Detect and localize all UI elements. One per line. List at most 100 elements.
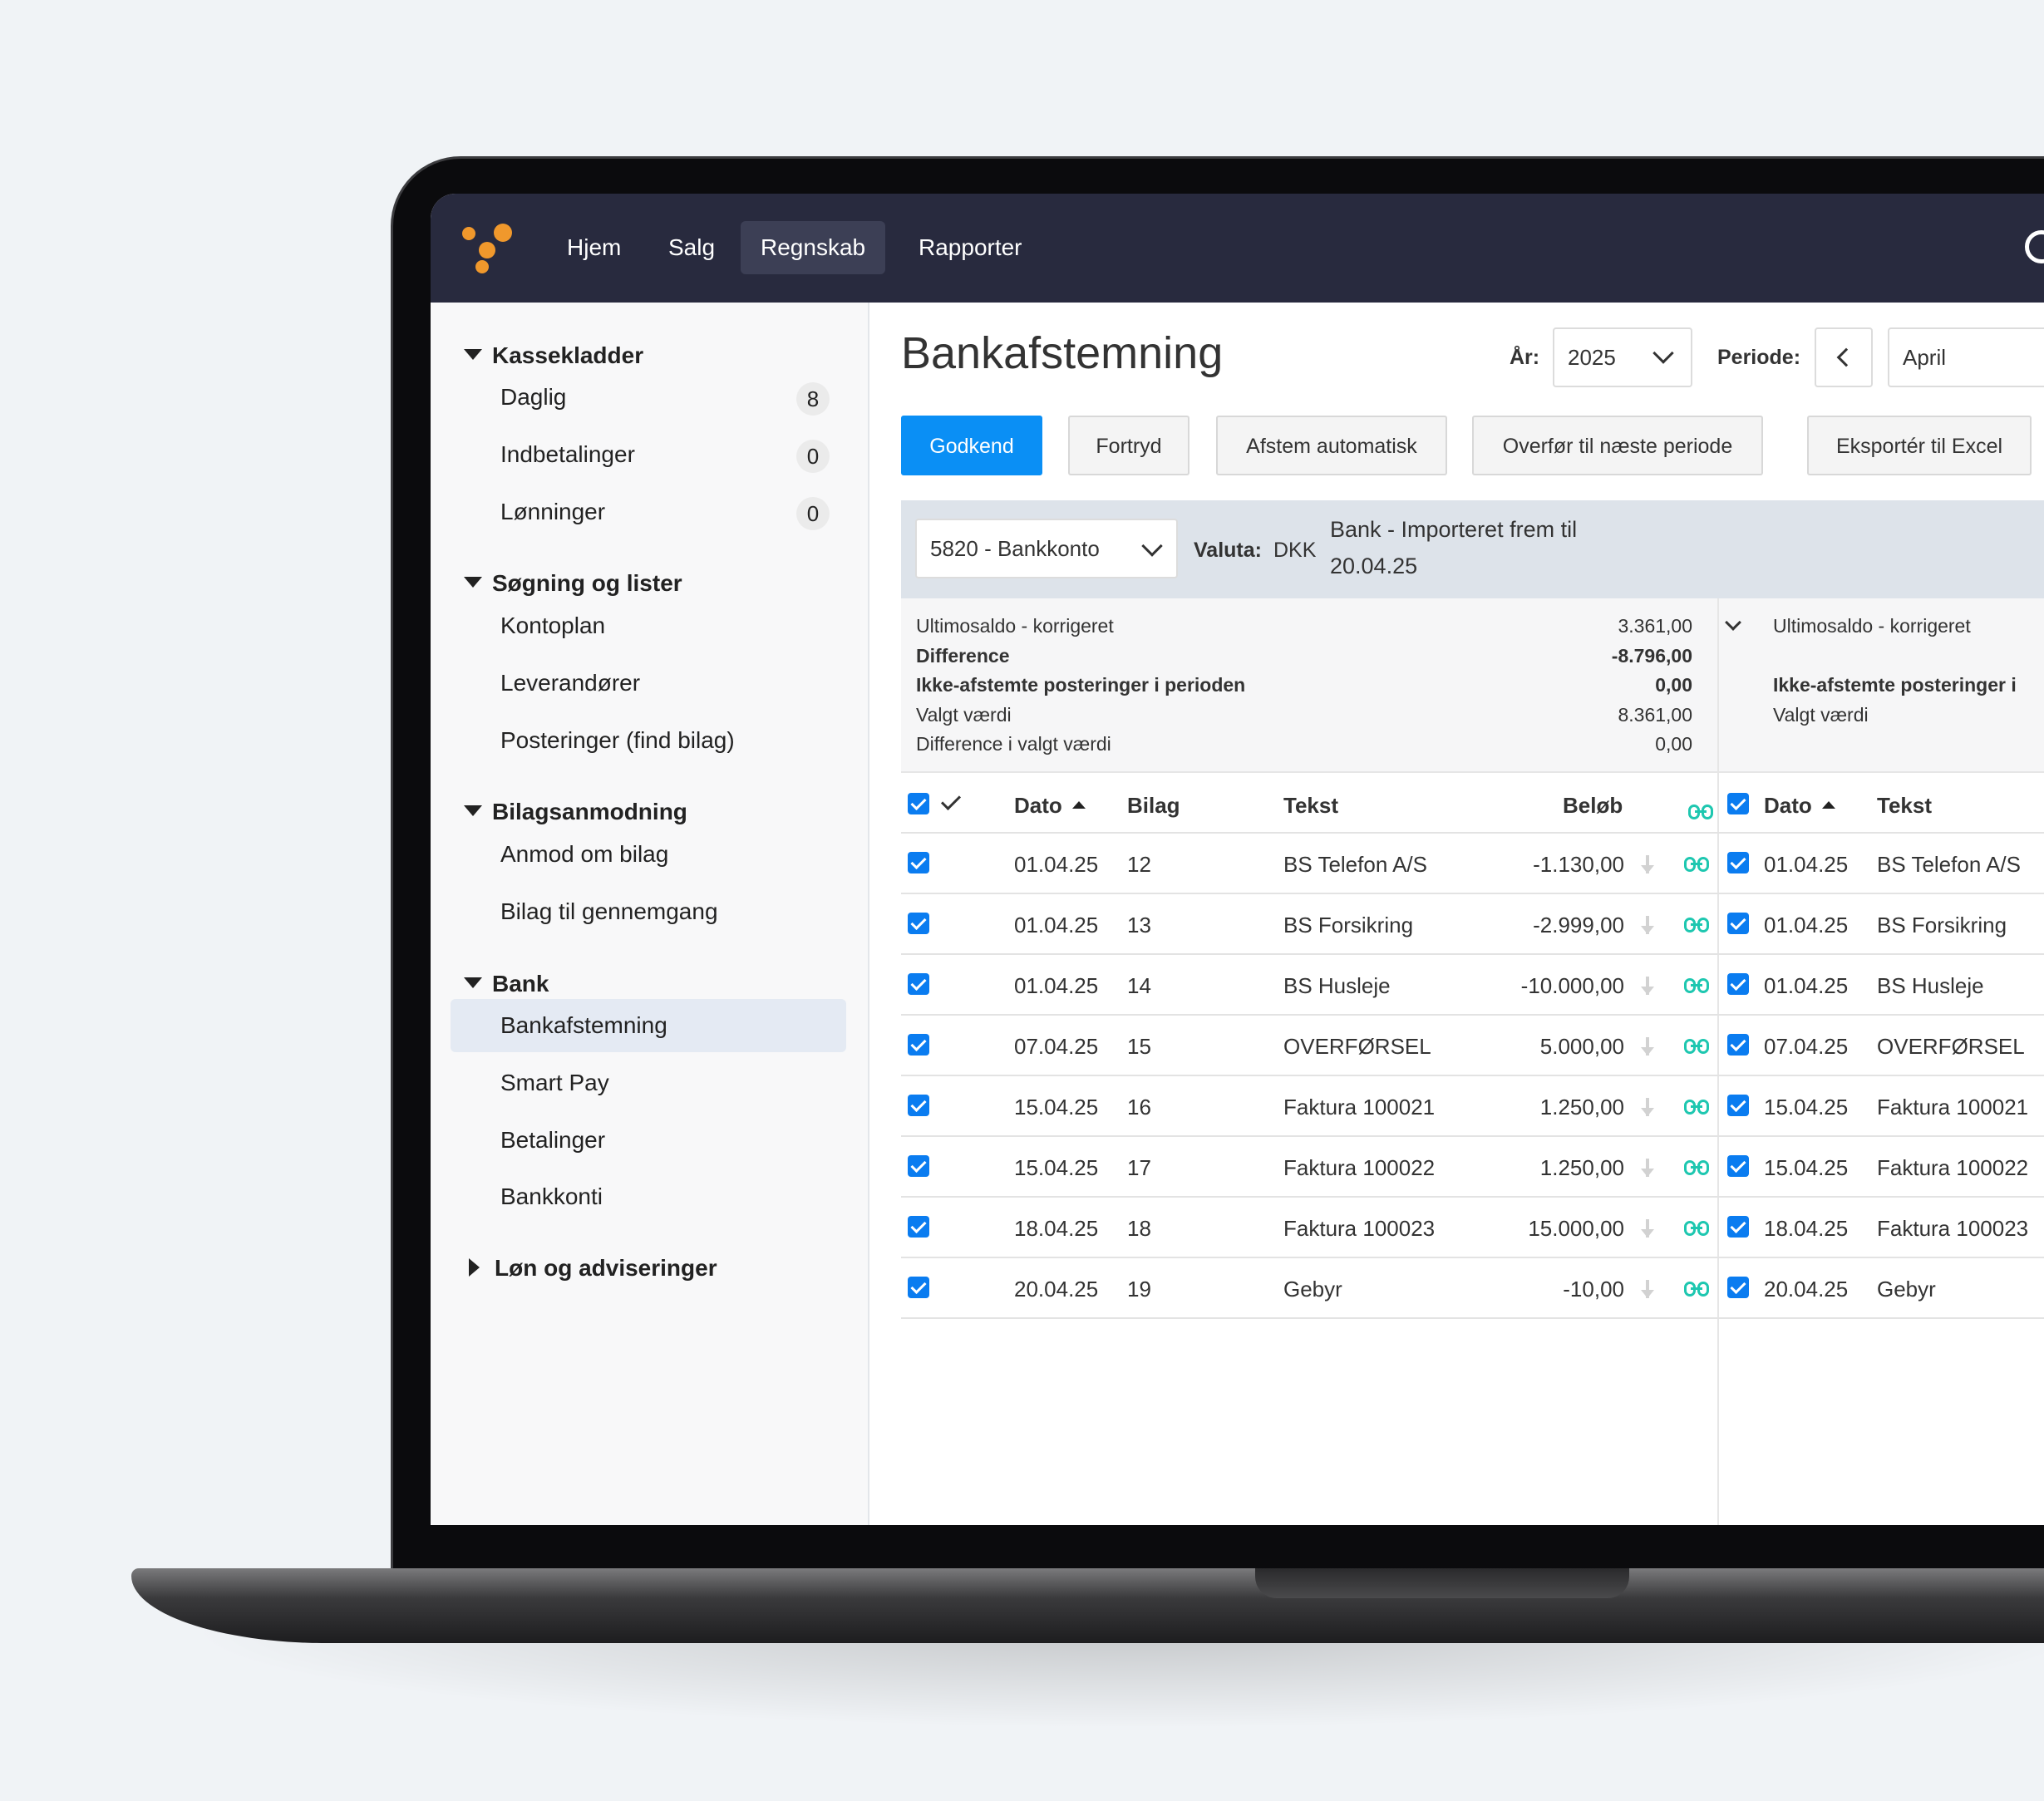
sidebar-item-bilag-til-gennemgang[interactable]: Bilag til gennemgang: [451, 885, 846, 938]
period-select[interactable]: April: [1888, 327, 2044, 387]
right-row-checkbox[interactable]: [1727, 1034, 1749, 1056]
right-row-checkbox[interactable]: [1727, 913, 1749, 934]
cell-dato: 18.04.25: [1014, 1216, 1099, 1241]
sidebar-item-anmod-om-bilag[interactable]: Anmod om bilag: [451, 828, 846, 881]
sidebar-section-lon[interactable]: Løn og adviseringer: [464, 1252, 717, 1285]
arrow-down-icon[interactable]: [1641, 1098, 1654, 1116]
undo-button[interactable]: Fortryd: [1068, 416, 1189, 475]
auto-reconcile-button[interactable]: Afstem automatisk: [1216, 416, 1447, 475]
arrow-down-icon[interactable]: [1641, 855, 1654, 873]
check-icon: [940, 790, 962, 811]
sidebar-item-lonninger[interactable]: Lønninger 0: [451, 485, 846, 539]
summary-panel: Ultimosaldo - korrigeret 3.361,00 Differ…: [901, 598, 2044, 773]
previous-period-button[interactable]: [1815, 327, 1873, 387]
link-icon[interactable]: [1684, 1221, 1709, 1236]
chevron-right-icon: [469, 1257, 480, 1277]
link-icon[interactable]: [1684, 918, 1709, 932]
link-icon[interactable]: [1684, 1100, 1709, 1115]
link-icon[interactable]: [1684, 1282, 1709, 1297]
right-column-header-tekst[interactable]: Tekst: [1877, 793, 1932, 819]
right-row-checkbox[interactable]: [1727, 1095, 1749, 1116]
sidebar-item-leverandorer[interactable]: Leverandører: [451, 657, 846, 710]
year-select[interactable]: 2025: [1553, 327, 1692, 387]
row-checkbox[interactable]: [908, 1277, 929, 1298]
sidebar-item-posteringer[interactable]: Posteringer (find bilag): [451, 714, 846, 767]
select-all-right-checkbox[interactable]: [1727, 793, 1749, 814]
transfer-next-period-button[interactable]: Overfør til næste periode: [1472, 416, 1763, 475]
sidebar-section-kassekladder[interactable]: Kassekladder: [464, 339, 643, 372]
sidebar-section-sogning[interactable]: Søgning og lister: [464, 567, 682, 600]
link-icon[interactable]: [1684, 857, 1709, 872]
right-cell-tekst: Faktura 100022: [1877, 1155, 2029, 1180]
right-row-checkbox[interactable]: [1727, 1216, 1749, 1238]
table-row[interactable]: 18.04.25 18 Faktura 100023 15.000,00 18.04.2…: [901, 1198, 2044, 1258]
link-icon[interactable]: [1684, 1160, 1709, 1175]
column-header-tekst[interactable]: Tekst: [1283, 793, 1338, 819]
table-row[interactable]: 15.04.25 16 Faktura 100021 1.250,00 15.04.25…: [901, 1076, 2044, 1137]
summary-value: 3.361,00: [1618, 615, 1692, 637]
column-header-dato[interactable]: Dato: [1014, 793, 1086, 819]
search-icon[interactable]: [2025, 230, 2044, 263]
right-row-checkbox[interactable]: [1727, 1155, 1749, 1177]
laptop-notch: [1255, 1568, 1629, 1598]
approve-button[interactable]: Godkend: [901, 416, 1042, 475]
arrow-down-icon[interactable]: [1641, 1219, 1654, 1238]
table-row[interactable]: 20.04.25 19 Gebyr -10,00 20.04.25 Gebyr: [901, 1258, 2044, 1319]
table-row[interactable]: 15.04.25 17 Faktura 100022 1.250,00 15.04.25…: [901, 1137, 2044, 1198]
link-icon[interactable]: [1684, 978, 1709, 993]
table-row[interactable]: 07.04.25 15 OVERFØRSEL 5.000,00 07.04.25 OVER…: [901, 1016, 2044, 1076]
sidebar-item-indbetalinger[interactable]: Indbetalinger 0: [451, 428, 846, 481]
chevron-down-icon: [464, 577, 482, 588]
cell-tekst: BS Forsikring: [1283, 913, 1414, 937]
row-checkbox[interactable]: [908, 1216, 929, 1238]
right-cell-tekst: OVERFØRSEL: [1877, 1034, 2025, 1059]
row-checkbox[interactable]: [908, 973, 929, 995]
sidebar-item-smart-pay[interactable]: Smart Pay: [451, 1056, 846, 1110]
arrow-down-icon[interactable]: [1641, 977, 1654, 995]
sidebar-item-betalinger[interactable]: Betalinger: [451, 1114, 846, 1167]
cell-tekst: Faktura 100023: [1283, 1216, 1436, 1241]
cell-belob: -2.999,00: [1533, 913, 1624, 937]
column-header-bilag[interactable]: Bilag: [1127, 793, 1180, 819]
account-select[interactable]: 5820 - Bankkonto: [915, 519, 1178, 578]
arrow-down-icon[interactable]: [1641, 1280, 1654, 1298]
right-cell-dato: 07.04.25: [1764, 1034, 1849, 1059]
section-title: Bank: [492, 971, 549, 996]
arrow-down-icon[interactable]: [1641, 916, 1654, 934]
row-checkbox[interactable]: [908, 852, 929, 873]
column-header-belob[interactable]: Beløb: [1563, 793, 1623, 819]
row-checkbox[interactable]: [908, 1034, 929, 1056]
select-all-checkbox[interactable]: [908, 793, 929, 814]
right-column-header-dato[interactable]: Dato: [1764, 793, 1835, 819]
count-badge: 0: [796, 440, 830, 473]
sidebar-item-label: Leverandører: [500, 670, 641, 696]
right-row-checkbox[interactable]: [1727, 852, 1749, 873]
row-checkbox[interactable]: [908, 913, 929, 934]
row-checkbox[interactable]: [908, 1155, 929, 1177]
sidebar-item-bankafstemning[interactable]: Bankafstemning: [451, 999, 846, 1052]
collapse-summary-icon[interactable]: [1725, 614, 1741, 631]
nav-rapporter[interactable]: Rapporter: [899, 221, 1042, 274]
nav-regnskab[interactable]: Regnskab: [741, 221, 886, 274]
year-label: År:: [1510, 346, 1540, 369]
sidebar-section-bank[interactable]: Bank: [464, 967, 549, 1001]
sidebar-item-bankkonti[interactable]: Bankkonti: [451, 1170, 846, 1223]
right-row-checkbox[interactable]: [1727, 973, 1749, 995]
export-excel-button[interactable]: Eksportér til Excel: [1807, 416, 2032, 475]
app-logo-icon[interactable]: [462, 224, 512, 273]
arrow-down-icon[interactable]: [1641, 1037, 1654, 1056]
sidebar-section-bilagsanmodning[interactable]: Bilagsanmodning: [464, 795, 687, 829]
table-row[interactable]: 01.04.25 14 BS Husleje -10.000,00 01.04.25 BS…: [901, 955, 2044, 1016]
nav-salg[interactable]: Salg: [648, 221, 735, 274]
table-row[interactable]: 01.04.25 13 BS Forsikring -2.999,00 01.04.25…: [901, 894, 2044, 955]
table-row[interactable]: 01.04.25 12 BS Telefon A/S -1.130,00 01.04.2…: [901, 834, 2044, 894]
right-row-checkbox[interactable]: [1727, 1277, 1749, 1298]
arrow-down-icon[interactable]: [1641, 1159, 1654, 1177]
right-cell-tekst: Faktura 100021: [1877, 1095, 2029, 1119]
sort-ascending-icon: [1821, 800, 1835, 809]
link-icon[interactable]: [1684, 1039, 1709, 1054]
sidebar-item-daglig[interactable]: Daglig 8: [451, 371, 846, 424]
sidebar-item-kontoplan[interactable]: Kontoplan: [451, 599, 846, 652]
nav-hjem[interactable]: Hjem: [547, 221, 641, 274]
row-checkbox[interactable]: [908, 1095, 929, 1116]
